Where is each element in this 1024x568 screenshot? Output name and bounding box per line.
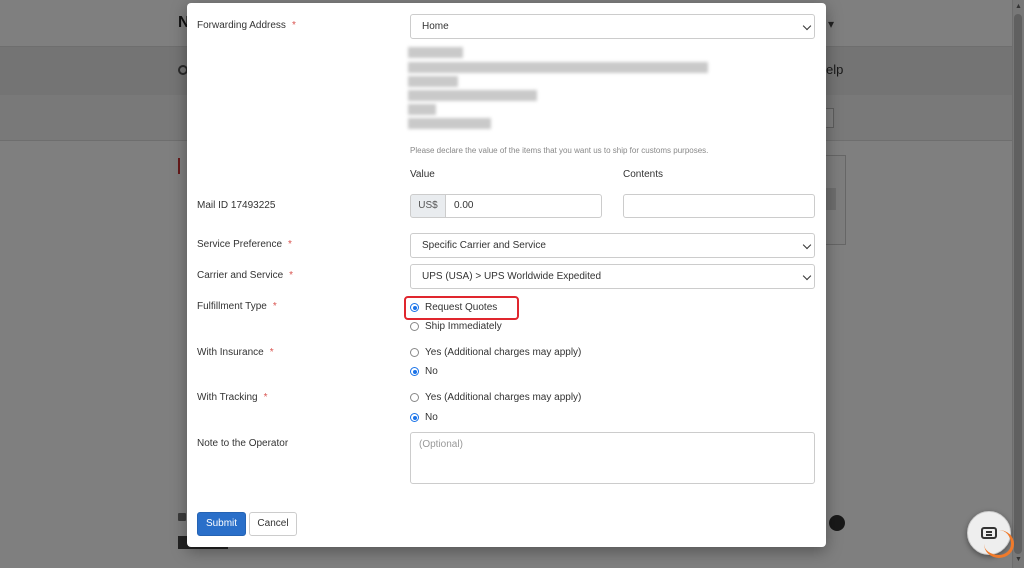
chat-bubble-icon [981, 527, 997, 539]
contents-input[interactable] [623, 194, 815, 218]
ship-immediately-label: Ship Immediately [425, 321, 502, 332]
note-textarea[interactable]: (Optional) [410, 432, 815, 484]
forwarding-address-select[interactable]: Home [410, 14, 815, 39]
cancel-button[interactable]: Cancel [249, 512, 297, 536]
tracking-yes-label: Yes (Additional charges may apply) [425, 392, 582, 403]
redacted-address-line [408, 90, 537, 101]
ship-immediately-radio[interactable] [410, 322, 419, 331]
redacted-address-line [408, 104, 436, 115]
tracking-label: With Tracking * [197, 392, 268, 403]
forwarding-address-label: Forwarding Address * [197, 20, 296, 31]
insurance-yes-option[interactable]: Yes (Additional charges may apply) [410, 347, 581, 358]
insurance-label: With Insurance * [197, 347, 274, 358]
insurance-yes-label: Yes (Additional charges may apply) [425, 347, 582, 358]
tracking-no-radio[interactable] [410, 413, 419, 422]
redacted-address-line [408, 62, 708, 73]
redacted-address-line [408, 47, 463, 58]
mail-id-label: Mail ID 17493225 [197, 200, 276, 211]
declared-value-input[interactable]: 0.00 [445, 194, 602, 218]
currency-addon: US$ [410, 194, 446, 218]
chevron-down-icon [800, 15, 814, 38]
insurance-no-option[interactable]: No [410, 366, 438, 377]
carrier-service-label: Carrier and Service * [197, 270, 294, 281]
ship-request-modal: Forwarding Address * Home Please declare … [187, 3, 826, 547]
tracking-no-label: No [425, 412, 438, 423]
chevron-down-icon [800, 234, 814, 257]
tracking-yes-radio[interactable] [410, 393, 419, 402]
redacted-address-line [408, 118, 491, 129]
customs-hint: Please declare the value of the items th… [410, 146, 709, 155]
fulfillment-ship-immediately-option[interactable]: Ship Immediately [410, 321, 502, 332]
chevron-down-icon [800, 265, 814, 288]
required-mark: * [291, 20, 296, 31]
fulfillment-type-label: Fulfillment Type * [197, 301, 277, 312]
service-preference-value: Specific Carrier and Service [422, 240, 546, 251]
carrier-service-value: UPS (USA) > UPS Worldwide Expedited [422, 271, 602, 282]
insurance-no-radio[interactable] [410, 367, 419, 376]
carrier-service-select[interactable]: UPS (USA) > UPS Worldwide Expedited [410, 264, 815, 289]
service-preference-select[interactable]: Specific Carrier and Service [410, 233, 815, 258]
insurance-no-label: No [425, 366, 438, 377]
required-mark: * [263, 392, 268, 403]
insurance-yes-radio[interactable] [410, 348, 419, 357]
required-mark: * [289, 270, 294, 281]
note-label: Note to the Operator [197, 438, 289, 449]
service-preference-label: Service Preference * [197, 239, 292, 250]
redacted-address-line [408, 76, 458, 87]
required-mark: * [272, 301, 277, 312]
tracking-yes-option[interactable]: Yes (Additional charges may apply) [410, 392, 581, 403]
value-column-header: Value [410, 169, 435, 180]
submit-button[interactable]: Submit [197, 512, 246, 536]
request-quotes-label: Request Quotes [425, 302, 498, 313]
required-mark: * [269, 347, 274, 358]
tracking-no-option[interactable]: No [410, 412, 438, 423]
required-mark: * [288, 239, 292, 250]
request-quotes-radio[interactable] [410, 303, 419, 312]
contents-column-header: Contents [623, 169, 664, 180]
fulfillment-request-quotes-option[interactable]: Request Quotes [410, 302, 497, 313]
forwarding-address-value: Home [422, 21, 449, 32]
